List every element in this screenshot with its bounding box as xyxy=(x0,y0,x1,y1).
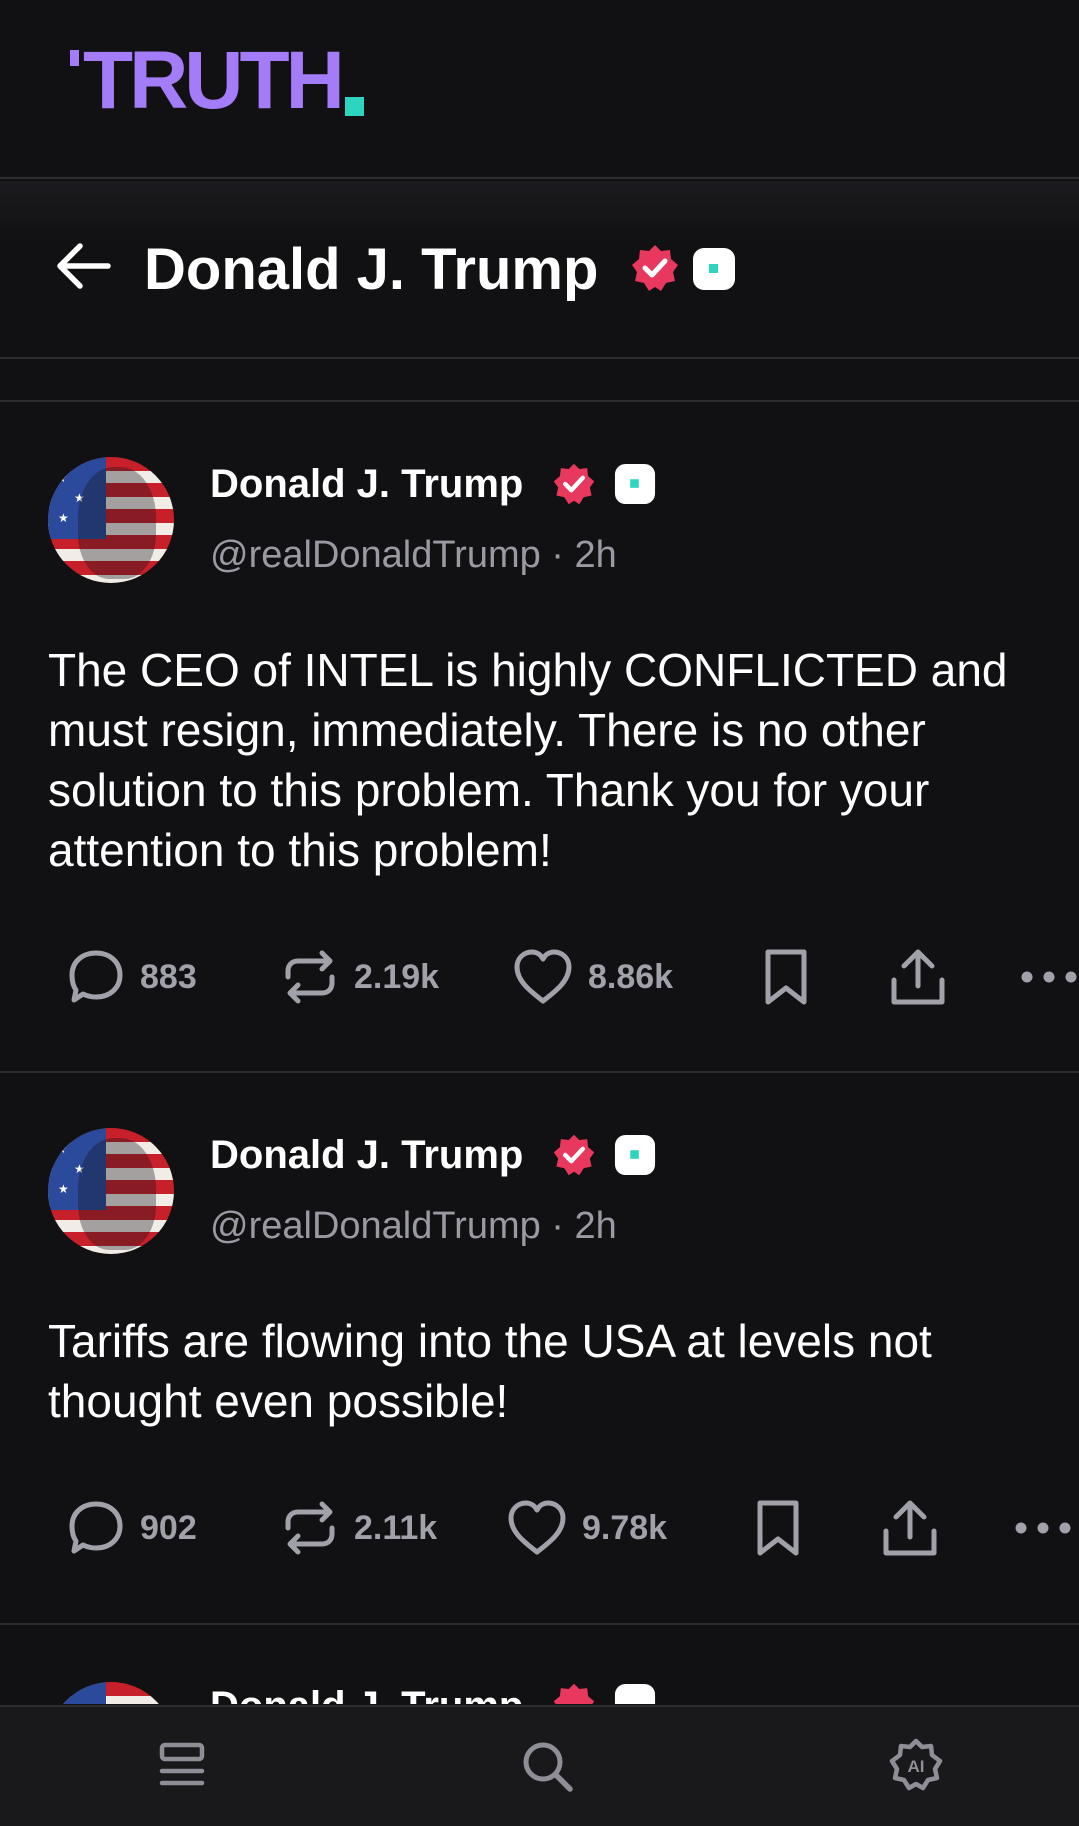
author-handle: @realDonaldTrump · 2h xyxy=(210,1205,617,1247)
truth-badge-icon xyxy=(614,1134,656,1176)
bookmark-button[interactable] xyxy=(760,942,812,1012)
retruth-icon xyxy=(285,1501,335,1555)
reply-button[interactable]: 902 xyxy=(66,1493,197,1563)
avatar[interactable] xyxy=(48,1682,174,1704)
post-card-peek[interactable]: Donald J. Trump xyxy=(0,1680,1079,1704)
bookmark-icon xyxy=(765,949,807,1005)
more-options-button[interactable] xyxy=(1014,1493,1072,1563)
avatar[interactable]: ★ ★ ★ xyxy=(48,1128,174,1254)
avatar-flag-canton xyxy=(48,1682,106,1704)
verified-icon xyxy=(553,1683,595,1704)
verified-icon xyxy=(632,245,678,291)
retruth-button[interactable]: 2.19k xyxy=(280,942,439,1012)
post-actions: 902 2.11k 9.78k xyxy=(0,1493,1079,1563)
logo-tick xyxy=(70,50,79,66)
heart-icon xyxy=(514,949,572,1004)
avatar-star: ★ xyxy=(56,1142,67,1156)
like-button[interactable]: 9.78k xyxy=(506,1493,667,1563)
like-count: 9.78k xyxy=(582,1508,668,1547)
retruth-count: 2.19k xyxy=(354,957,440,996)
retruth-button[interactable]: 2.11k xyxy=(280,1493,437,1563)
reply-count: 902 xyxy=(140,1508,197,1547)
heart-icon xyxy=(508,1500,566,1555)
truth-logo[interactable]: TRUTH xyxy=(70,35,364,126)
retruth-icon xyxy=(285,950,335,1004)
more-dots-icon xyxy=(1015,1522,1071,1534)
avatar-star: ★ xyxy=(56,471,67,485)
logo-dot xyxy=(344,97,364,116)
reply-button[interactable]: 883 xyxy=(66,942,197,1012)
more-dots-icon xyxy=(1021,971,1077,983)
reply-icon xyxy=(69,1501,123,1554)
profile-header: Donald J. Trump xyxy=(0,181,1079,359)
author-name[interactable]: Donald J. Trump xyxy=(210,1682,523,1704)
avatar-face xyxy=(78,1138,156,1250)
share-button[interactable] xyxy=(880,1493,940,1563)
bookmark-button[interactable] xyxy=(752,1493,804,1563)
post-actions: 883 2.19k 8.86k xyxy=(0,942,1079,1012)
feed-icon[interactable] xyxy=(152,1737,212,1797)
ai-icon[interactable]: AI xyxy=(886,1737,946,1797)
avatar-face xyxy=(78,467,156,579)
bookmark-icon xyxy=(757,1500,799,1556)
truth-social-profile-page: TRUTH Donald J. Trump ★ ★ ★ Donald J. Tr… xyxy=(0,0,1079,1826)
page-title: Donald J. Trump xyxy=(144,237,599,302)
arrow-left-icon[interactable] xyxy=(54,241,112,291)
share-button[interactable] xyxy=(888,942,948,1012)
post-text: The CEO of INTEL is highly CONFLICTED an… xyxy=(48,644,1008,876)
reply-count: 883 xyxy=(140,957,197,996)
post-card[interactable]: ★ ★ ★ Donald J. Trump @realDonaldTrump ·… xyxy=(0,1073,1079,1625)
avatar[interactable]: ★ ★ ★ xyxy=(48,457,174,583)
author-name[interactable]: Donald J. Trump xyxy=(210,460,523,508)
truth-badge-icon xyxy=(693,248,735,290)
like-button[interactable]: 8.86k xyxy=(512,942,673,1012)
bottom-nav: AI xyxy=(0,1705,1079,1826)
avatar-star: ★ xyxy=(58,1182,69,1196)
verified-icon xyxy=(553,1134,595,1176)
verified-icon xyxy=(553,463,595,505)
search-icon[interactable] xyxy=(518,1737,578,1797)
post-text: Tariffs are flowing into the USA at leve… xyxy=(48,1315,932,1427)
share-icon xyxy=(883,1500,937,1556)
logo-text: TRUTH xyxy=(83,35,345,126)
truth-badge-icon xyxy=(614,463,656,505)
author-handle: @realDonaldTrump · 2h xyxy=(210,534,617,576)
author-name[interactable]: Donald J. Trump xyxy=(210,1131,523,1179)
reply-icon xyxy=(69,950,123,1003)
avatar-star: ★ xyxy=(58,511,69,525)
like-count: 8.86k xyxy=(588,957,674,996)
post-card[interactable]: ★ ★ ★ Donald J. Trump @realDonaldTrump ·… xyxy=(0,402,1079,1073)
truth-badge-icon xyxy=(614,1683,656,1704)
retruth-count: 2.11k xyxy=(354,1508,438,1547)
share-icon xyxy=(891,949,945,1005)
more-options-button[interactable] xyxy=(1020,942,1078,1012)
brand-bar: TRUTH xyxy=(0,0,1079,179)
svg-text:AI: AI xyxy=(908,1757,925,1776)
